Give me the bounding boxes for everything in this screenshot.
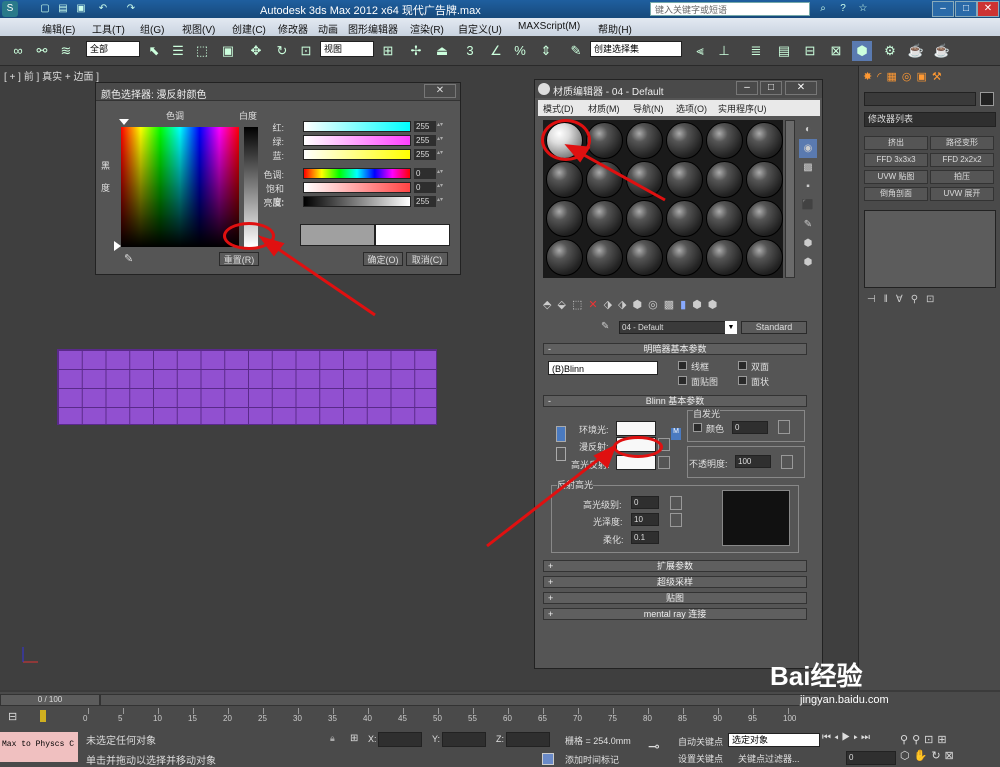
baidu-watermark-url: jingyan.baidu.com [800, 694, 889, 706]
annotation-arrows [258, 144, 666, 548]
baidu-watermark: Bai经验 [770, 661, 863, 691]
